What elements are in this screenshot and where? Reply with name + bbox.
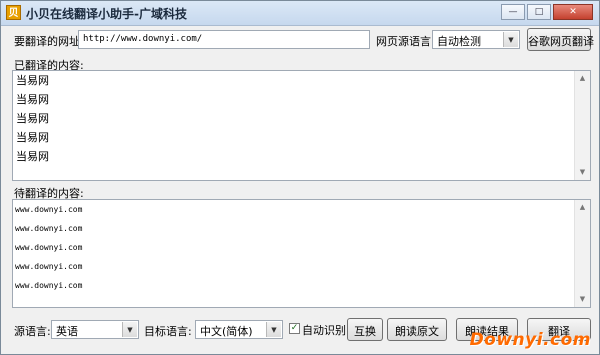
pending-line: www.downyi.com [15, 262, 83, 271]
pending-scrollbar[interactable]: ▲ ▼ [574, 200, 590, 307]
watermark-logo: Downyi.com [469, 330, 591, 350]
minimize-button[interactable]: — [501, 4, 525, 20]
pending-lines: www.downyi.com www.downyi.com www.downyi… [13, 200, 590, 295]
scroll-down-icon[interactable]: ▼ [575, 292, 590, 307]
source-page-language-value: 自动检测 [437, 35, 481, 48]
swap-languages-button[interactable]: 互换 [347, 318, 383, 341]
target-language-select[interactable]: 中文(简体) ▼ [195, 320, 283, 339]
auto-detect-label: 自动识别 [302, 324, 346, 337]
translated-line: 当易网 [16, 74, 49, 87]
target-language-value: 中文(简体) [200, 325, 253, 338]
source-language-value: 英语 [56, 325, 78, 338]
url-input[interactable]: http://www.downyi.com/ [78, 30, 370, 49]
pending-line: www.downyi.com [15, 243, 83, 252]
scroll-up-icon[interactable]: ▲ [575, 200, 590, 215]
chevron-down-icon[interactable]: ▼ [122, 322, 137, 337]
close-button[interactable]: ✕ [553, 4, 593, 20]
source-language-select[interactable]: 英语 ▼ [51, 320, 139, 339]
pending-line: www.downyi.com [15, 205, 83, 214]
source-page-language-select[interactable]: 自动检测 ▼ [432, 30, 520, 49]
maximize-button[interactable]: □ [527, 4, 551, 20]
pending-line: www.downyi.com [15, 281, 83, 290]
translated-content-textarea[interactable]: 当易网 当易网 当易网 当易网 当易网 ▲ ▼ [12, 70, 591, 181]
app-window: 贝 小贝在线翻译小助手-广域科技 — □ ✕ 要翻译的网址: http://ww… [0, 0, 600, 355]
chevron-down-icon[interactable]: ▼ [503, 32, 518, 47]
google-page-translate-button[interactable]: 谷歌网页翻译 [527, 28, 594, 51]
scroll-up-icon[interactable]: ▲ [575, 71, 590, 86]
translated-lines: 当易网 当易网 当易网 当易网 当易网 [13, 71, 590, 166]
window-controls: — □ ✕ [499, 4, 593, 20]
translated-line: 当易网 [16, 150, 49, 163]
scroll-down-icon[interactable]: ▼ [575, 165, 590, 180]
target-language-label: 目标语言: [144, 325, 192, 338]
read-source-button[interactable]: 朗读原文 [387, 318, 447, 341]
source-language-label: 源语言: [14, 325, 51, 338]
title-bar[interactable]: 贝 小贝在线翻译小助手-广域科技 — □ ✕ [1, 1, 599, 26]
pending-content-textarea[interactable]: www.downyi.com www.downyi.com www.downyi… [12, 199, 591, 308]
auto-detect-checkbox[interactable]: ✓ [289, 323, 300, 334]
url-label: 要翻译的网址: [14, 35, 84, 48]
translated-scrollbar[interactable]: ▲ ▼ [574, 71, 590, 180]
translated-line: 当易网 [16, 112, 49, 125]
pending-line: www.downyi.com [15, 224, 83, 233]
window-title: 小贝在线翻译小助手-广域科技 [26, 7, 187, 21]
source-page-language-label: 网页源语言: [376, 35, 435, 48]
translated-line: 当易网 [16, 131, 49, 144]
translated-line: 当易网 [16, 93, 49, 106]
app-icon: 贝 [6, 5, 21, 20]
chevron-down-icon[interactable]: ▼ [266, 322, 281, 337]
